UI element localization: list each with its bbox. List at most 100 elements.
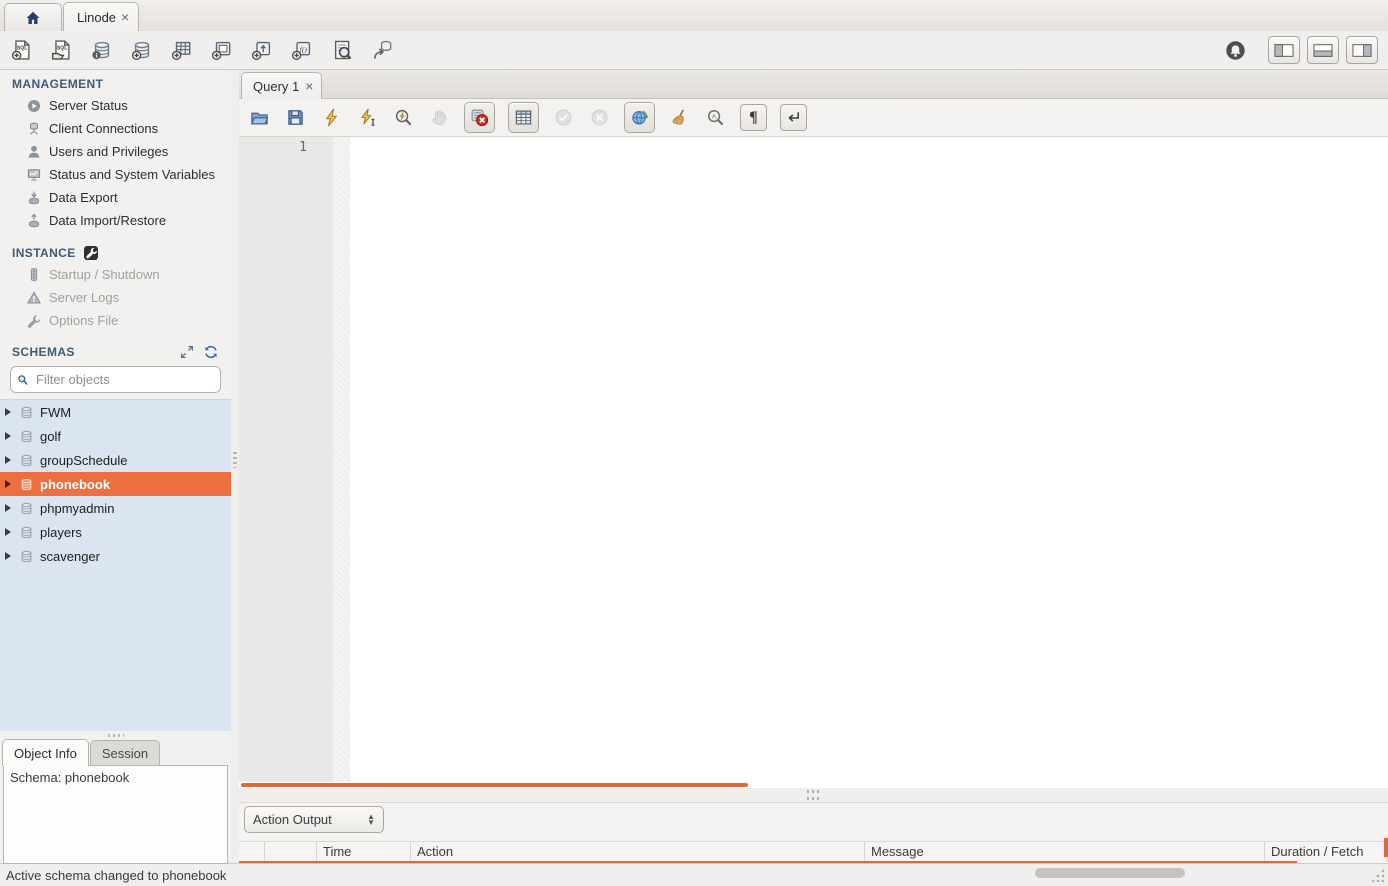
execute-all-button[interactable] [320,106,343,129]
create-procedure-button[interactable] [250,38,274,62]
sidebar-item-server-status[interactable]: Server Status [0,94,231,117]
database-icon [19,477,34,492]
expand-schemas-icon[interactable] [179,344,195,360]
create-view-button[interactable] [210,38,234,62]
sql-editor[interactable]: 1 [239,137,1388,788]
output-column-header-action[interactable]: Action [411,842,865,862]
schema-row-phpmyadmin[interactable]: phpmyadmin [0,496,231,520]
expand-arrow-icon[interactable] [5,456,11,464]
schema-row-scavenger[interactable]: scavenger [0,544,231,568]
connection-tab-linode[interactable]: Linode × [63,2,139,31]
beautify-sql-button[interactable] [668,106,691,129]
svg-text:A: A [712,114,717,121]
svg-text:f(): f() [300,45,308,54]
schema-row-players[interactable]: players [0,520,231,544]
close-icon[interactable]: × [305,79,313,93]
sidebar-item-status-and-system-variables[interactable]: Status and System Variables [0,163,231,186]
sidebar-item-label: Options File [49,313,118,328]
main-toolbar-right [1223,36,1378,64]
sidebar-item-options-file[interactable]: Options File [0,309,231,332]
create-schema-button[interactable] [130,38,154,62]
show-invisibles-button[interactable]: ¶ [740,104,767,131]
explain-plan-button[interactable] [392,106,415,129]
sidebar-item-client-connections[interactable]: Client Connections [0,117,231,140]
expand-arrow-icon[interactable] [5,504,11,512]
window-resize-grip[interactable] [1372,868,1386,882]
bottom-scrollbar-thumb[interactable] [1035,868,1185,878]
output-column-header-time[interactable]: Time [317,842,411,862]
sidebar-item-label: Status and System Variables [49,167,215,182]
toggle-right-sidebar-button[interactable] [1346,36,1378,64]
database-icon [19,549,34,564]
tab-object-info[interactable]: Object Info [2,739,89,766]
output-vertical-scrollbar[interactable] [1384,838,1388,857]
tab-session[interactable]: Session [90,740,160,766]
stop-on-error-button[interactable] [464,102,495,133]
notifications-icon [1224,39,1247,62]
search-icon [17,372,29,388]
expand-arrow-icon[interactable] [5,480,11,488]
svg-text:SQL: SQL [17,46,27,52]
toggle-autocommit-button[interactable] [624,102,655,133]
schema-row-groupschedule[interactable]: groupSchedule [0,448,231,472]
output-type-select[interactable]: Action Output ▲▼ [244,806,384,833]
data-import-icon [26,213,42,229]
toggle-output-area-button[interactable] [1307,36,1339,64]
output-column-header-blank-1[interactable] [265,842,317,862]
close-icon[interactable]: × [121,10,129,24]
schema-filter-input[interactable] [34,371,214,388]
wrap-text-button[interactable] [780,104,807,131]
sidebar-item-server-logs[interactable]: Server Logs [0,286,231,309]
reconnect-dbms-button[interactable] [370,38,394,62]
sidebar-item-data-export[interactable]: Data Export [0,186,231,209]
sidebar-item-data-import-restore[interactable]: Data Import/Restore [0,209,231,232]
beautify-sql-icon [670,108,689,127]
expand-arrow-icon[interactable] [5,432,11,440]
new-query-tab-button[interactable]: SQL [10,38,34,62]
code-fold-margin [333,137,350,782]
create-table-icon [171,39,193,61]
schema-row-golf[interactable]: golf [0,424,231,448]
toggle-left-sidebar-button[interactable] [1268,36,1300,64]
save-script-button[interactable] [284,106,307,129]
svg-text:SQL: SQL [57,46,67,52]
output-column-header-blank-0[interactable] [239,842,265,862]
notifications-button[interactable] [1223,38,1247,62]
main-area: Query 1 × A ¶ 1 Action Output ▲▼ TimeActi… [239,70,1388,864]
search-table-data-button[interactable] [330,38,354,62]
find-in-editor-button[interactable]: A [704,106,727,129]
execute-current-button[interactable] [356,106,379,129]
schema-row-fwm[interactable]: FWM [0,400,231,424]
editor-horizontal-scrollbar[interactable] [241,783,748,787]
home-tab[interactable] [4,3,62,31]
editor-output-splitter[interactable] [239,788,1388,802]
open-script-button[interactable] [248,106,271,129]
sidebar-splitter-handle[interactable] [0,731,231,739]
output-panel: Action Output ▲▼ TimeActionMessageDurati… [239,802,1388,867]
schema-inspector-button[interactable]: i [90,38,114,62]
sidebar-main-splitter[interactable] [231,70,239,864]
startup-shutdown-icon [26,267,42,283]
create-table-button[interactable] [170,38,194,62]
line-number-gutter: 1 [239,137,333,782]
schema-row-phonebook[interactable]: phonebook [0,472,231,496]
toggle-autocommit-icon [630,108,649,127]
refresh-schemas-icon[interactable] [203,344,219,360]
expand-arrow-icon[interactable] [5,552,11,560]
sidebar-item-startup-shutdown[interactable]: Startup / Shutdown [0,263,231,286]
expand-arrow-icon[interactable] [5,528,11,536]
output-column-header-message[interactable]: Message [865,842,1265,862]
create-procedure-icon [251,39,273,61]
query-tab[interactable]: Query 1 × [241,72,322,99]
server-logs-icon [26,290,42,306]
client-connections-icon [26,121,42,137]
expand-arrow-icon[interactable] [5,408,11,416]
open-sql-script-button[interactable]: SQL [50,38,74,62]
create-function-button[interactable]: f() [290,38,314,62]
sidebar-item-label: Client Connections [49,121,158,136]
query-tab-bar: Query 1 × [239,70,1388,99]
limit-rows-button[interactable] [508,102,539,133]
output-column-header-duration-fetch[interactable]: Duration / Fetch [1265,842,1388,862]
sidebar-item-users-and-privileges[interactable]: Users and Privileges [0,140,231,163]
schemas-title: SCHEMAS [12,345,75,359]
